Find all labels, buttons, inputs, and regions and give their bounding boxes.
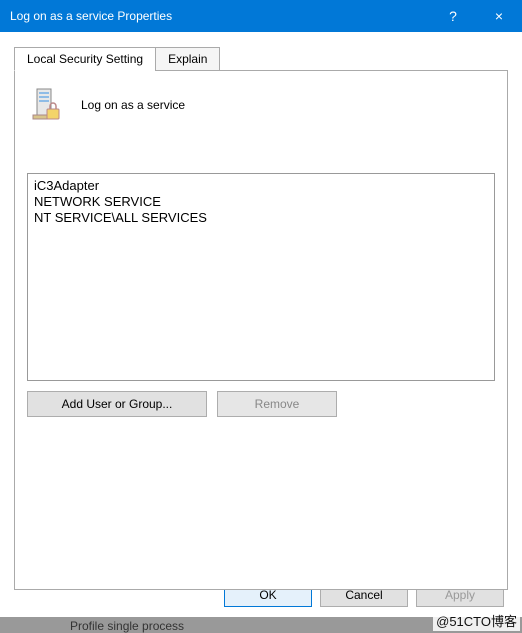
- list-item[interactable]: iC3Adapter: [34, 178, 488, 194]
- list-item[interactable]: NETWORK SERVICE: [34, 194, 488, 210]
- titlebar: Log on as a service Properties ? ×: [0, 0, 522, 32]
- background-text: Profile single process: [70, 619, 184, 633]
- tab-local-security-setting[interactable]: Local Security Setting: [14, 47, 156, 71]
- window-title: Log on as a service Properties: [10, 9, 430, 23]
- policy-title: Log on as a service: [81, 98, 185, 112]
- add-user-or-group-button[interactable]: Add User or Group...: [27, 391, 207, 417]
- server-lock-icon: [27, 87, 63, 123]
- list-button-row: Add User or Group... Remove: [27, 391, 495, 417]
- tab-panel-local-security: Log on as a service iC3Adapter NETWORK S…: [14, 70, 508, 590]
- user-list[interactable]: iC3Adapter NETWORK SERVICE NT SERVICE\AL…: [27, 173, 495, 381]
- client-area: Local Security Setting Explain Log on as…: [0, 32, 522, 590]
- close-button[interactable]: ×: [476, 8, 522, 24]
- tab-explain[interactable]: Explain: [155, 47, 220, 71]
- policy-header: Log on as a service: [27, 87, 495, 123]
- tab-strip: Local Security Setting Explain: [14, 47, 508, 71]
- watermark: @51CTO博客: [433, 610, 520, 631]
- help-button[interactable]: ?: [430, 8, 476, 24]
- properties-dialog: Log on as a service Properties ? × Local…: [0, 0, 522, 617]
- list-item[interactable]: NT SERVICE\ALL SERVICES: [34, 210, 488, 226]
- remove-button: Remove: [217, 391, 337, 417]
